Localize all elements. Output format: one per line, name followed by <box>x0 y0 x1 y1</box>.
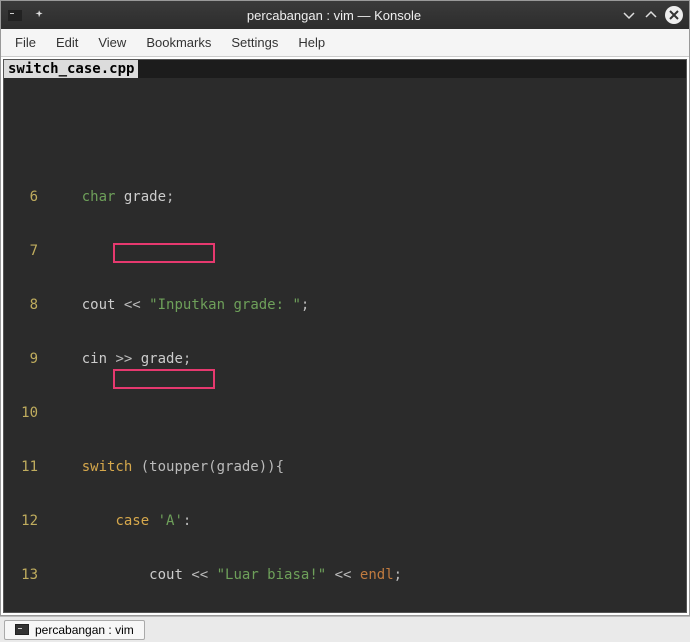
menu-settings[interactable]: Settings <box>231 35 278 50</box>
vim-tab-active[interactable]: switch_case.cpp <box>4 60 138 78</box>
line-number: 7 <box>4 242 48 260</box>
vim-tabline: switch_case.cpp <box>4 60 686 78</box>
taskbar: percabangan : vim <box>0 616 690 642</box>
app-menu-icon[interactable] <box>7 7 23 23</box>
line-number: 11 <box>4 458 48 476</box>
line-number: 10 <box>4 404 48 422</box>
terminal-editor[interactable]: switch_case.cpp 6 char grade; 7 8 cout <… <box>3 59 687 613</box>
line-number: 12 <box>4 512 48 530</box>
taskbar-tab[interactable]: percabangan : vim <box>4 620 145 640</box>
terminal-icon <box>15 624 29 635</box>
titlebar[interactable]: percabangan : vim — Konsole <box>1 1 689 29</box>
line-number: 9 <box>4 350 48 368</box>
menu-bookmarks[interactable]: Bookmarks <box>146 35 211 50</box>
line-number: 8 <box>4 296 48 314</box>
minimize-icon[interactable] <box>621 7 637 23</box>
taskbar-tab-label: percabangan : vim <box>35 623 134 637</box>
code-area[interactable]: 6 char grade; 7 8 cout << "Inputkan grad… <box>4 78 686 613</box>
line-number: 13 <box>4 566 48 584</box>
pin-icon[interactable] <box>31 7 47 23</box>
maximize-icon[interactable] <box>643 7 659 23</box>
menu-help[interactable]: Help <box>298 35 325 50</box>
menubar: File Edit View Bookmarks Settings Help <box>1 29 689 57</box>
highlight-case-e <box>113 369 215 389</box>
close-icon[interactable] <box>665 6 683 24</box>
line-number: 6 <box>4 188 48 206</box>
menu-edit[interactable]: Edit <box>56 35 78 50</box>
menu-file[interactable]: File <box>15 35 36 50</box>
konsole-window: percabangan : vim — Konsole File Edit Vi… <box>0 0 690 616</box>
window-title: percabangan : vim — Konsole <box>47 8 621 23</box>
menu-view[interactable]: View <box>98 35 126 50</box>
